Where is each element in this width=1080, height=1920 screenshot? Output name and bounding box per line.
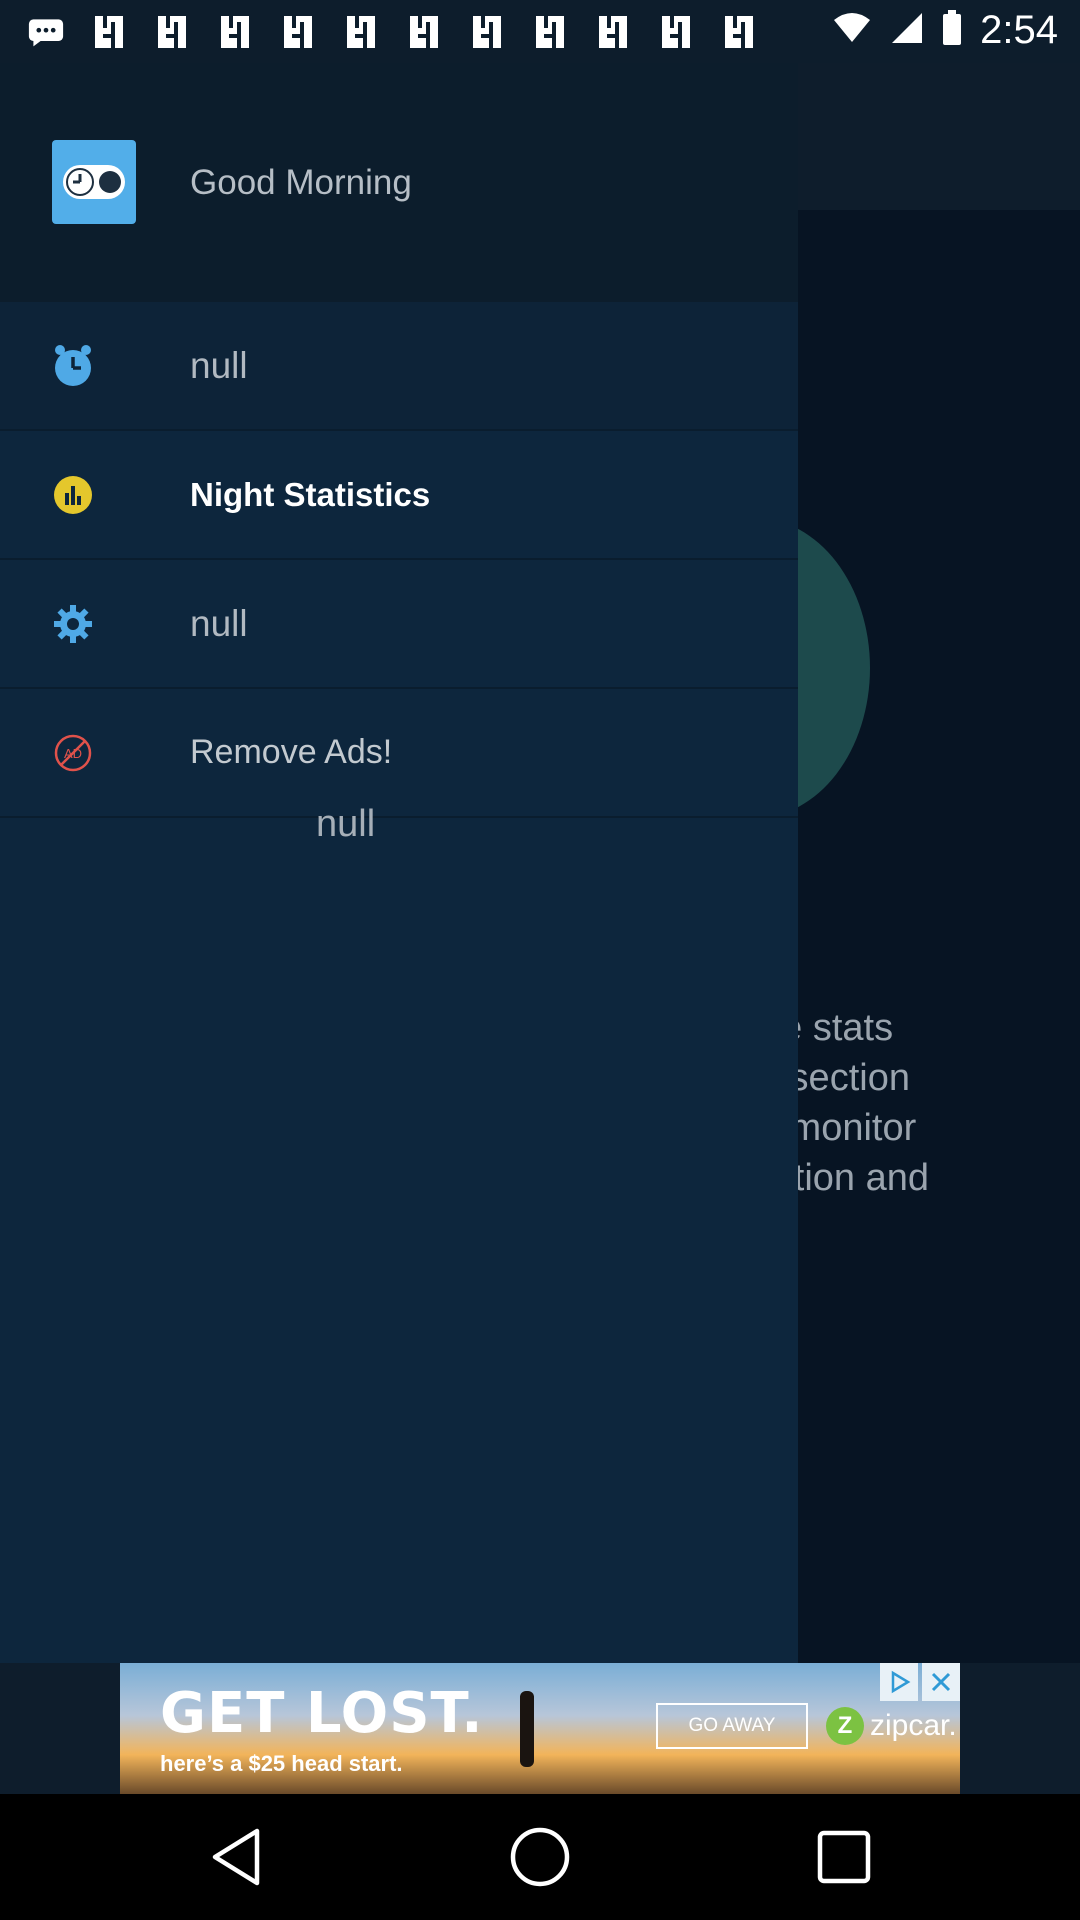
- greeting-title: Good Morning: [190, 163, 412, 202]
- alarm-clock-icon: [52, 344, 94, 387]
- navigation-drawer: Good Morning null Night Statistics null …: [0, 63, 798, 1663]
- notification-icon: [280, 14, 316, 50]
- battery-icon: [942, 10, 962, 51]
- app-toggle-icon: [52, 140, 136, 224]
- notification-icon: [343, 14, 379, 50]
- notification-icon: [91, 14, 127, 50]
- ad-brand-name: zipcar.: [870, 1709, 957, 1742]
- signal-icon: [890, 11, 924, 50]
- drawer-menu: null Night Statistics null AD Remove Ads…: [0, 302, 798, 818]
- ad-banner[interactable]: GET LOST. here’s a $25 head start. GO AW…: [120, 1663, 960, 1794]
- zipcar-logo-icon: Z: [826, 1707, 864, 1745]
- notification-icon: [406, 14, 442, 50]
- menu-item-night-statistics[interactable]: Night Statistics: [0, 431, 798, 560]
- notification-icon: [154, 14, 190, 50]
- menu-item-alarm[interactable]: null: [0, 302, 798, 431]
- ad-subtext: here’s a $25 head start.: [160, 1751, 403, 1776]
- notification-icon: [469, 14, 505, 50]
- drawer-header: Good Morning: [0, 63, 798, 302]
- background-text-line: ration and: [760, 1157, 930, 1199]
- ad-close-icon[interactable]: [922, 1663, 960, 1701]
- ad-headline: GET LOST.: [160, 1681, 484, 1746]
- menu-item-label: Remove Ads!: [190, 733, 393, 771]
- svg-text:AD: AD: [64, 746, 82, 761]
- notification-icon: [217, 14, 253, 50]
- system-navigation-bar: [0, 1794, 1080, 1920]
- recent-apps-icon[interactable]: [811, 1824, 877, 1890]
- notification-icon: [658, 14, 694, 50]
- background-text-line: y monitor: [760, 1107, 917, 1149]
- background-text-line: he stats: [760, 1007, 894, 1049]
- bar-chart-icon: [52, 474, 94, 516]
- drawer-footer-text: null: [316, 803, 376, 845]
- menu-item-label: null: [190, 344, 248, 386]
- menu-item-settings[interactable]: null: [0, 560, 798, 689]
- menu-item-remove-ads[interactable]: AD Remove Ads!: [0, 689, 798, 818]
- no-ads-icon: AD: [52, 732, 94, 774]
- ad-zone: GET LOST. here’s a $25 head start. GO AW…: [0, 1663, 1080, 1794]
- status-bar: 2:54: [0, 0, 1080, 63]
- notification-icon: [595, 14, 631, 50]
- menu-item-label: null: [190, 602, 248, 644]
- back-icon[interactable]: [203, 1824, 269, 1890]
- wifi-icon: [832, 12, 872, 49]
- notification-icon: [532, 14, 568, 50]
- message-icon: [28, 14, 64, 50]
- background-description: he stats s section y monitor ration and: [760, 1003, 1060, 1203]
- notification-icons: [28, 14, 757, 50]
- ad-brand: Z zipcar.: [826, 1703, 957, 1749]
- ad-person-silhouette: [520, 1691, 534, 1767]
- ad-cta-button[interactable]: GO AWAY: [656, 1703, 808, 1749]
- home-icon[interactable]: [507, 1824, 573, 1890]
- background-text-line: s section: [760, 1057, 910, 1099]
- status-right: 2:54: [832, 8, 1058, 53]
- menu-item-label: Night Statistics: [190, 475, 431, 513]
- status-time: 2:54: [980, 8, 1058, 52]
- notification-icon: [721, 14, 757, 50]
- ad-choices-icon[interactable]: [880, 1663, 918, 1701]
- gear-icon: [52, 603, 94, 645]
